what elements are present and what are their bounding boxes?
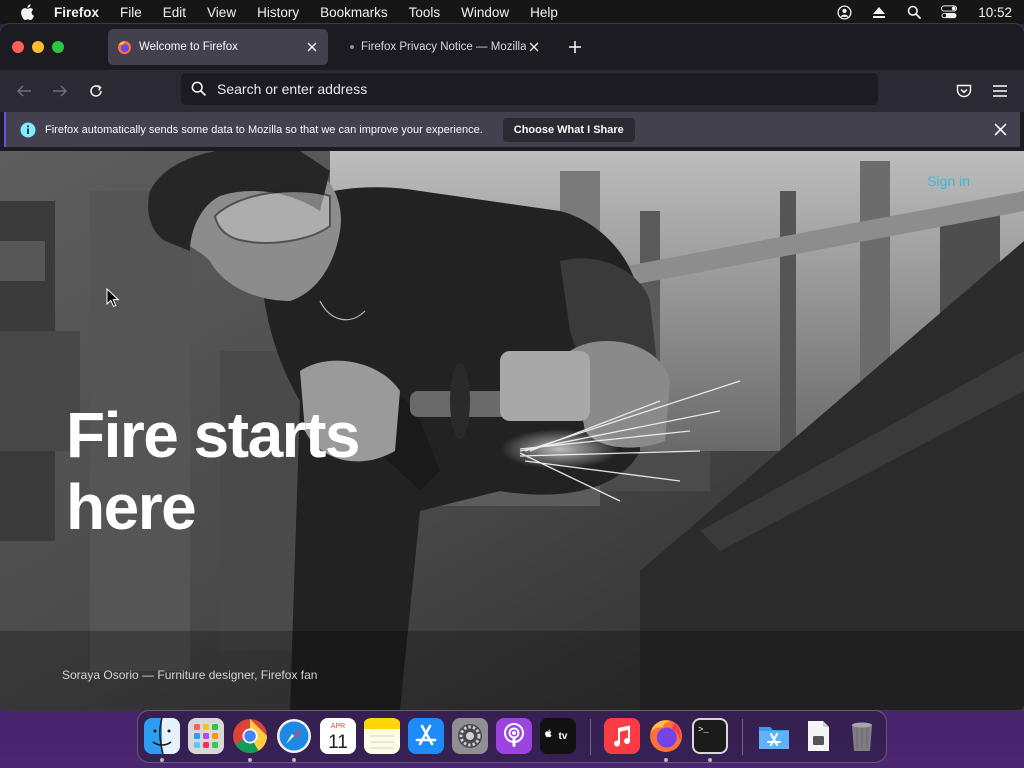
calendar-icon[interactable]: APR 11 (320, 718, 356, 754)
mouse-pointer-icon (106, 287, 120, 308)
running-indicator (248, 758, 252, 762)
hero-headline-line-2: here (66, 471, 197, 543)
dock-separator (590, 719, 591, 755)
desktop: Firefox File Edit View History Bookmarks… (0, 0, 1024, 768)
system-preferences-icon[interactable] (452, 718, 488, 754)
calendar-day: 11 (328, 732, 348, 753)
apple-tv-label: tv (559, 731, 568, 742)
tab-close-icon[interactable] (304, 39, 320, 55)
control-center-icon[interactable] (941, 4, 958, 20)
finder-icon[interactable] (144, 718, 180, 754)
running-indicator (292, 758, 296, 762)
window-minimize-button[interactable] (32, 41, 44, 53)
back-arrow-icon[interactable] (14, 81, 34, 101)
menu-app-name[interactable]: Firefox (54, 5, 99, 20)
tab-firefox-privacy-notice[interactable]: Firefox Privacy Notice — Mozilla (340, 29, 550, 65)
menu-history[interactable]: History (257, 5, 299, 20)
menu-edit[interactable]: Edit (163, 5, 186, 20)
address-bar[interactable] (181, 73, 878, 105)
sign-in-link[interactable]: Sign in (927, 173, 970, 189)
chrome-icon[interactable] (232, 718, 268, 754)
hero-headline-line-1: Fire starts (66, 399, 360, 471)
firefox-favicon-icon (117, 40, 132, 55)
window-zoom-button[interactable] (52, 41, 64, 53)
new-tab-plus-icon[interactable] (566, 38, 584, 56)
notes-icon[interactable] (364, 718, 400, 754)
running-indicator (664, 758, 668, 762)
apple-tv-icon[interactable]: tv (540, 718, 576, 754)
welcome-page: Sign in Fire starts here Soraya Osorio —… (0, 151, 1024, 710)
hamburger-menu-icon[interactable] (990, 81, 1010, 101)
hero-headline: Fire starts here (66, 399, 360, 543)
photo-caption: Soraya Osorio — Furniture designer, Fire… (62, 668, 318, 682)
data-collection-notice-bar: Firefox automatically sends some data to… (4, 112, 1020, 147)
menu-bookmarks[interactable]: Bookmarks (320, 5, 388, 20)
user-icon[interactable] (836, 4, 852, 20)
navigation-toolbar (0, 70, 1024, 112)
reload-icon[interactable] (86, 81, 106, 101)
firefox-window: Welcome to Firefox Firefox Privacy Notic… (0, 24, 1024, 710)
search-input[interactable] (217, 81, 857, 97)
eject-icon[interactable] (871, 4, 887, 20)
notice-message: Firefox automatically sends some data to… (45, 123, 483, 136)
menu-help[interactable]: Help (530, 5, 558, 20)
dock-separator (742, 719, 743, 755)
spotlight-search-icon[interactable] (906, 4, 922, 20)
tab-title: Welcome to Firefox (139, 41, 238, 53)
app-store-folder-icon[interactable] (756, 718, 792, 754)
tab-loading-dot-icon (350, 45, 354, 49)
choose-what-i-share-button[interactable]: Choose What I Share (502, 117, 635, 142)
menu-window[interactable]: Window (461, 5, 509, 20)
close-icon[interactable] (992, 121, 1008, 137)
launchpad-icon[interactable] (188, 718, 224, 754)
menu-bar-status-area: 10:52 (836, 0, 1012, 24)
apple-logo-icon[interactable] (18, 3, 36, 21)
menu-bar-clock[interactable]: 10:52 (978, 5, 1012, 20)
document-icon[interactable] (800, 718, 836, 754)
menu-bar: Firefox File Edit View History Bookmarks… (0, 0, 1024, 24)
search-icon (191, 81, 207, 97)
menu-file[interactable]: File (120, 5, 142, 20)
dock: APR 11 tv >_ (137, 710, 887, 763)
firefox-icon[interactable] (648, 718, 684, 754)
terminal-icon[interactable]: >_ (692, 718, 728, 754)
menu-view[interactable]: View (207, 5, 236, 20)
tab-strip: Welcome to Firefox Firefox Privacy Notic… (0, 24, 1024, 70)
running-indicator (708, 758, 712, 762)
terminal-label: >_ (698, 725, 709, 735)
safari-icon[interactable] (276, 718, 312, 754)
trash-icon[interactable] (844, 718, 880, 754)
tab-close-icon[interactable] (526, 39, 542, 55)
podcasts-icon[interactable] (496, 718, 532, 754)
music-icon[interactable] (604, 718, 640, 754)
calendar-month: APR (331, 723, 345, 730)
pocket-icon[interactable] (954, 81, 974, 101)
tab-welcome-to-firefox[interactable]: Welcome to Firefox (108, 29, 328, 65)
window-close-button[interactable] (12, 41, 24, 53)
tab-title: Firefox Privacy Notice — Mozilla (361, 41, 526, 53)
running-indicator (160, 758, 164, 762)
info-icon (20, 122, 36, 138)
menu-tools[interactable]: Tools (409, 5, 441, 20)
forward-arrow-icon[interactable] (50, 81, 70, 101)
app-store-icon[interactable] (408, 718, 444, 754)
